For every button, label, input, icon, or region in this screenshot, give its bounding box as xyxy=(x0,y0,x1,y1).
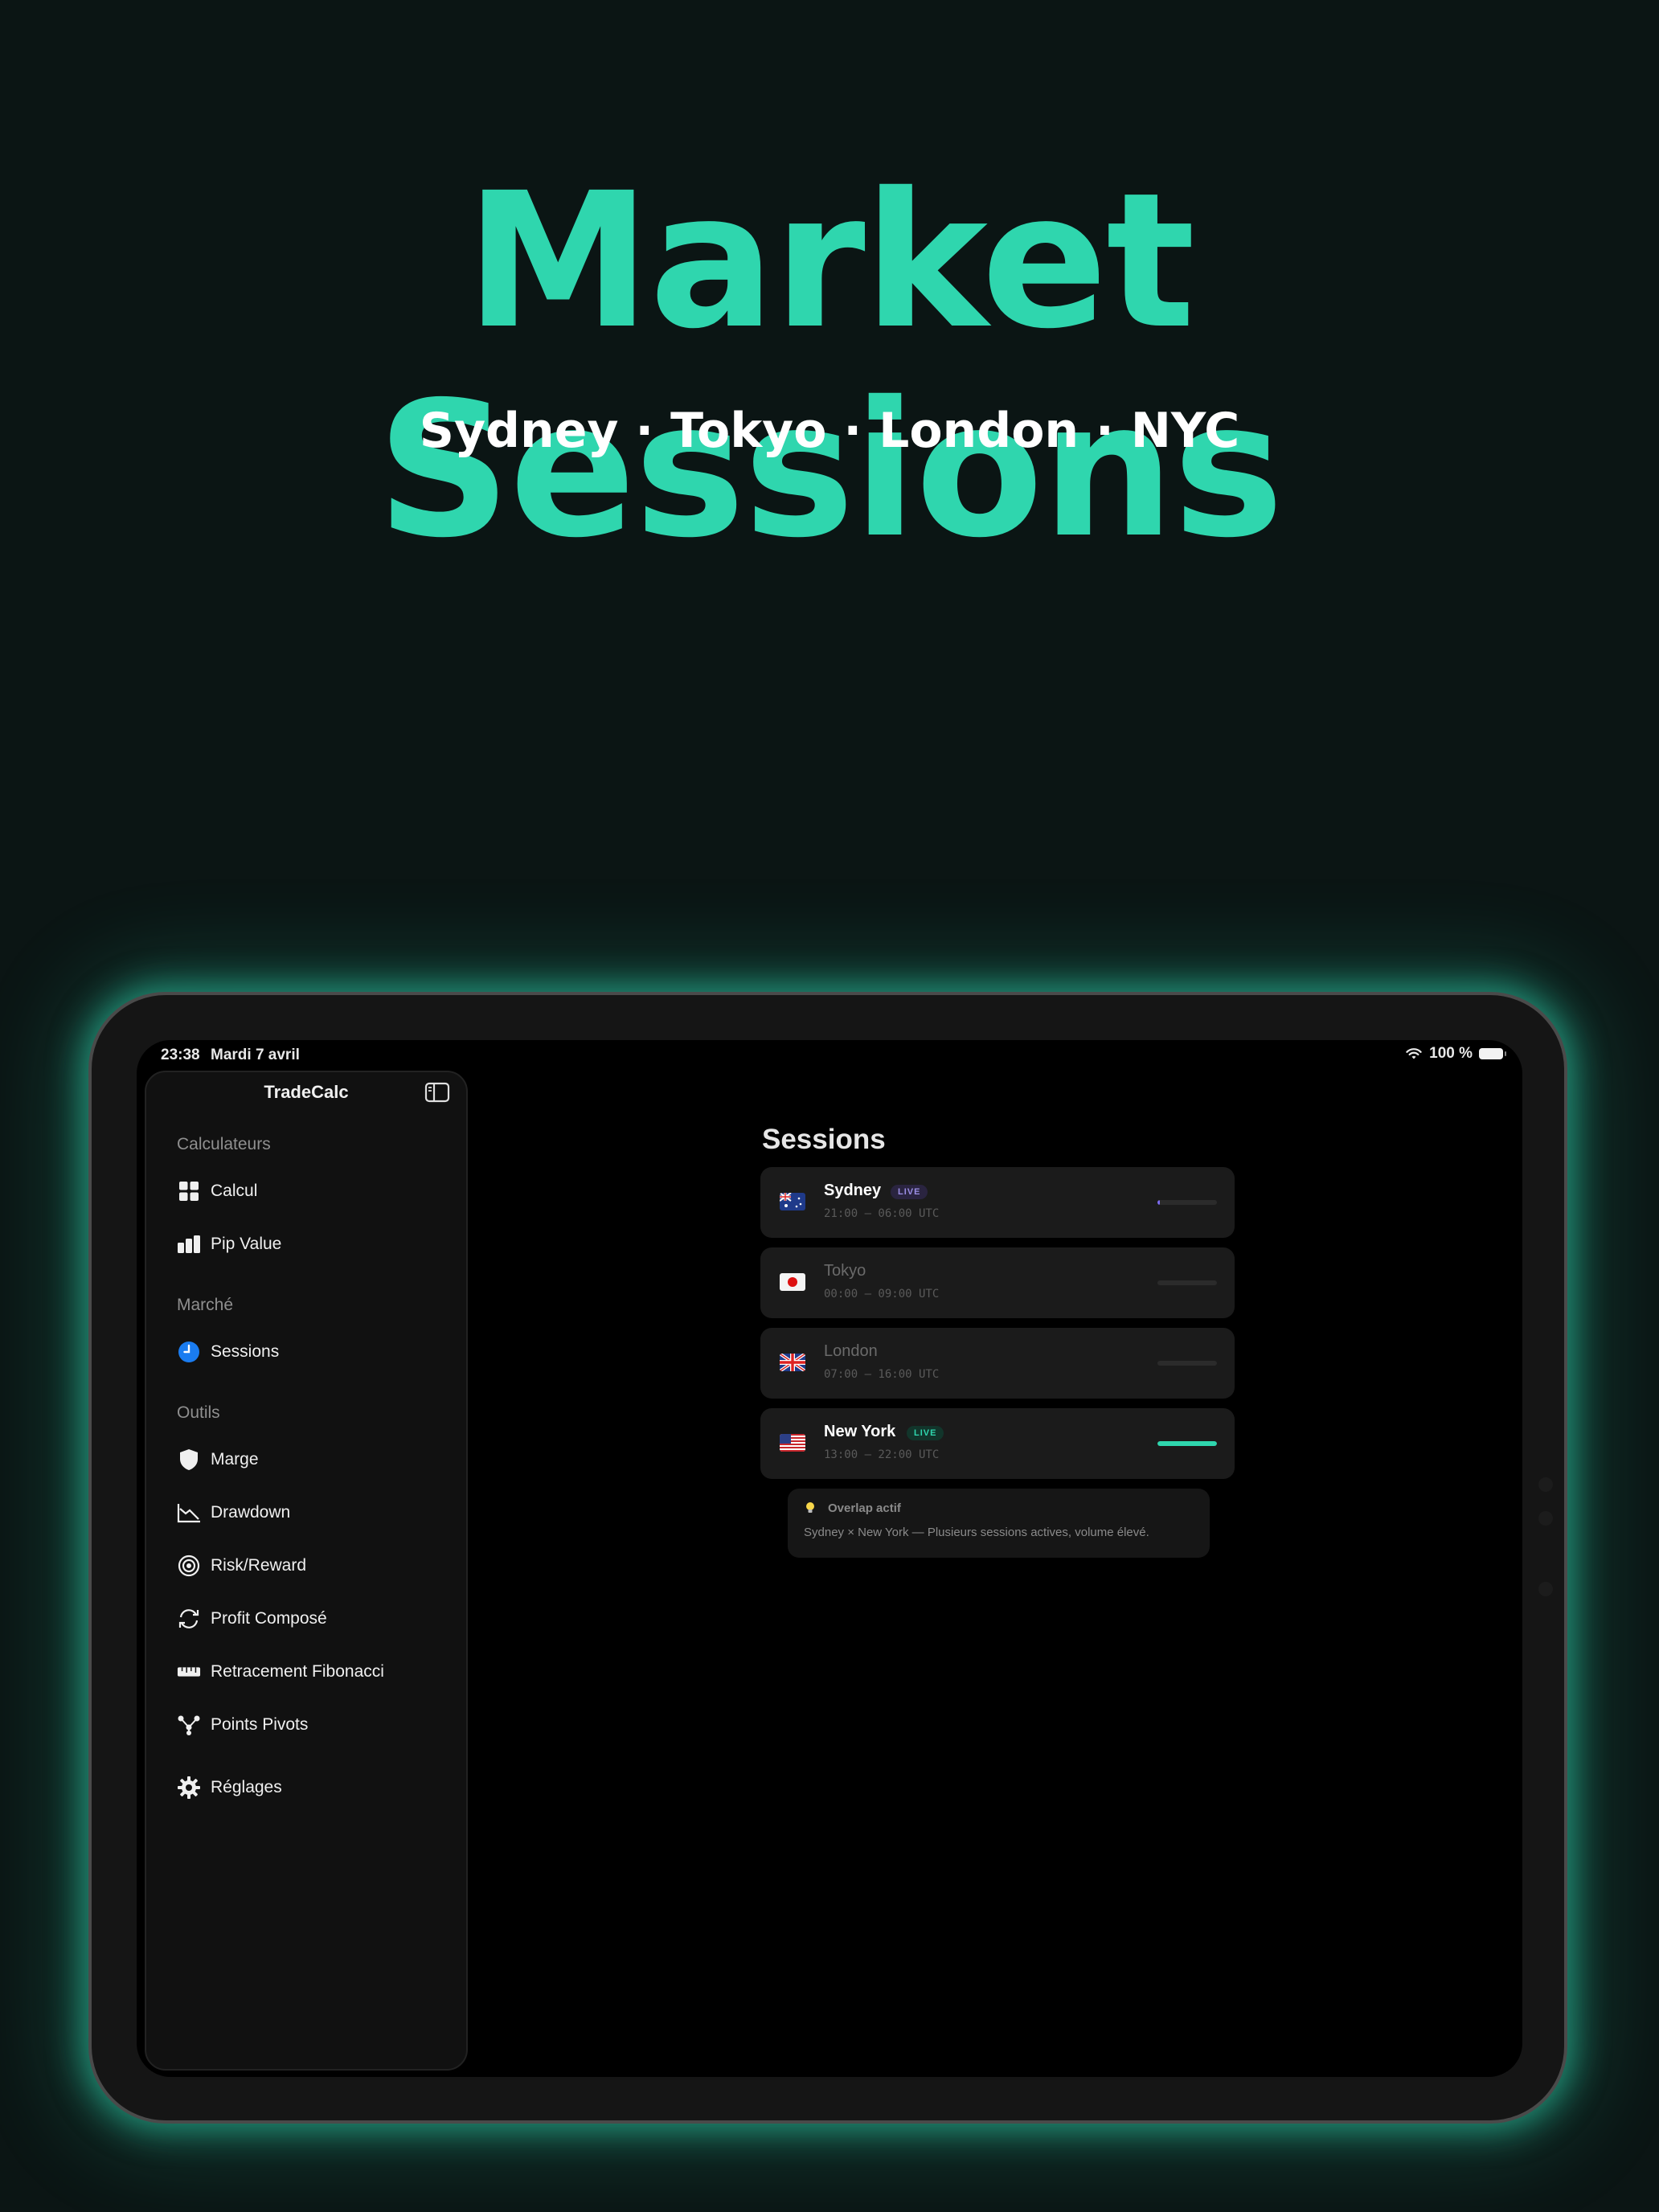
sidebar-item-label: Points Pivots xyxy=(211,1715,309,1734)
australia-flag-icon xyxy=(780,1193,805,1210)
session-name: Tokyo xyxy=(824,1262,866,1280)
section-calculateurs: Calculateurs xyxy=(177,1135,271,1153)
session-hours: 21:00 — 06:00 UTC xyxy=(824,1207,940,1220)
status-indicators: 100 % xyxy=(1405,1045,1506,1063)
session-card-tokyo[interactable]: Tokyo 00:00 — 09:00 UTC xyxy=(760,1247,1235,1318)
wifi-icon xyxy=(1406,1048,1422,1059)
sidebar-item-sessions[interactable]: Sessions xyxy=(177,1337,279,1366)
session-progress-track xyxy=(1157,1280,1217,1285)
session-progress-fill xyxy=(1157,1441,1217,1446)
sidebar-item-reglages[interactable]: Réglages xyxy=(177,1773,282,1802)
page-title: Sessions xyxy=(762,1124,886,1155)
sidebar-item-label: Drawdown xyxy=(211,1503,291,1522)
section-outils: Outils xyxy=(177,1403,220,1422)
hero-subtitle: Sydney · Tokyo · London · NYC xyxy=(419,403,1240,459)
ipad-device-frame: 23:38 Mardi 7 avril 100 % TradeCalc Calc… xyxy=(88,992,1567,2124)
status-time: 23:38 xyxy=(161,1047,200,1063)
app-screen: 23:38 Mardi 7 avril 100 % TradeCalc Calc… xyxy=(137,1040,1522,2077)
session-card-london[interactable]: London 07:00 — 16:00 UTC xyxy=(760,1328,1235,1399)
target-icon xyxy=(177,1554,201,1578)
side-sensor xyxy=(1538,1511,1553,1526)
battery-icon xyxy=(1479,1048,1506,1059)
sidebar-item-points-pivots[interactable]: Points Pivots xyxy=(177,1710,308,1739)
session-name: Sydney xyxy=(824,1182,882,1199)
session-card-sydney[interactable]: Sydney LIVE 21:00 — 06:00 UTC xyxy=(760,1167,1235,1238)
sidebar-item-label: Sessions xyxy=(211,1342,280,1361)
sidebar-item-label: Pip Value xyxy=(211,1235,282,1253)
sidebar-item-profit-compose[interactable]: Profit Composé xyxy=(177,1604,327,1633)
live-badge: LIVE xyxy=(891,1185,928,1199)
overlap-notice: Overlap actif Sydney × New York — Plusie… xyxy=(788,1489,1210,1558)
overlap-title: Overlap actif xyxy=(828,1501,901,1515)
grid-icon xyxy=(177,1179,201,1203)
sidebar-item-calcul[interactable]: Calcul xyxy=(177,1177,257,1206)
uk-flag-icon xyxy=(780,1354,805,1371)
overlap-text: Sydney × New York — Plusieurs sessions a… xyxy=(804,1526,1149,1539)
sidebar: TradeCalc Calculateurs Calcul Pip Value xyxy=(145,1071,468,2071)
session-progress-track xyxy=(1157,1361,1217,1366)
live-badge: LIVE xyxy=(907,1426,944,1440)
usa-flag-icon xyxy=(780,1434,805,1452)
chart-down-icon xyxy=(177,1501,201,1525)
app-title: TradeCalc xyxy=(264,1082,349,1102)
shield-icon xyxy=(177,1448,201,1472)
side-sensor xyxy=(1538,1582,1553,1596)
session-hours: 07:00 — 16:00 UTC xyxy=(824,1368,940,1381)
session-progress-fill xyxy=(1157,1200,1160,1205)
section-marche: Marché xyxy=(177,1296,234,1314)
refresh-icon xyxy=(177,1607,201,1631)
session-name: London xyxy=(824,1342,878,1360)
sidebar-item-label: Profit Composé xyxy=(211,1609,327,1628)
sidebar-item-label: Calcul xyxy=(211,1182,258,1200)
gear-icon xyxy=(177,1776,201,1800)
sidebar-item-label: Retracement Fibonacci xyxy=(211,1662,384,1681)
sidebar-item-label: Réglages xyxy=(211,1778,282,1796)
sidebar-item-retracement-fibonacci[interactable]: Retracement Fibonacci xyxy=(177,1657,384,1686)
nodes-icon xyxy=(177,1713,201,1737)
japan-flag-icon xyxy=(780,1273,805,1291)
sidebar-item-risk-reward[interactable]: Risk/Reward xyxy=(177,1551,306,1580)
side-sensor xyxy=(1538,1477,1553,1492)
sidebar-item-drawdown[interactable]: Drawdown xyxy=(177,1498,290,1527)
session-card-new-york[interactable]: New York LIVE 13:00 — 22:00 UTC xyxy=(760,1408,1235,1479)
session-hours: 00:00 — 09:00 UTC xyxy=(824,1288,940,1301)
bar-chart-icon xyxy=(177,1232,201,1256)
sidebar-item-label: Risk/Reward xyxy=(211,1556,307,1575)
ruler-icon xyxy=(177,1660,201,1684)
sidebar-item-marge[interactable]: Marge xyxy=(177,1445,259,1474)
sidebar-item-pip-value[interactable]: Pip Value xyxy=(177,1230,281,1259)
sidebar-item-label: Marge xyxy=(211,1450,259,1469)
clock-icon xyxy=(177,1340,201,1364)
session-name: New York xyxy=(824,1423,896,1440)
session-progress-track xyxy=(1157,1441,1217,1446)
lightbulb-icon xyxy=(806,1502,814,1513)
hero-title: Market Sessions xyxy=(376,153,1284,579)
session-progress-track xyxy=(1157,1200,1217,1205)
status-date: Mardi 7 avril xyxy=(211,1047,300,1063)
battery-percent: 100 % xyxy=(1429,1045,1473,1062)
sidebar-toggle-icon[interactable] xyxy=(424,1082,450,1103)
session-hours: 13:00 — 22:00 UTC xyxy=(824,1448,940,1461)
